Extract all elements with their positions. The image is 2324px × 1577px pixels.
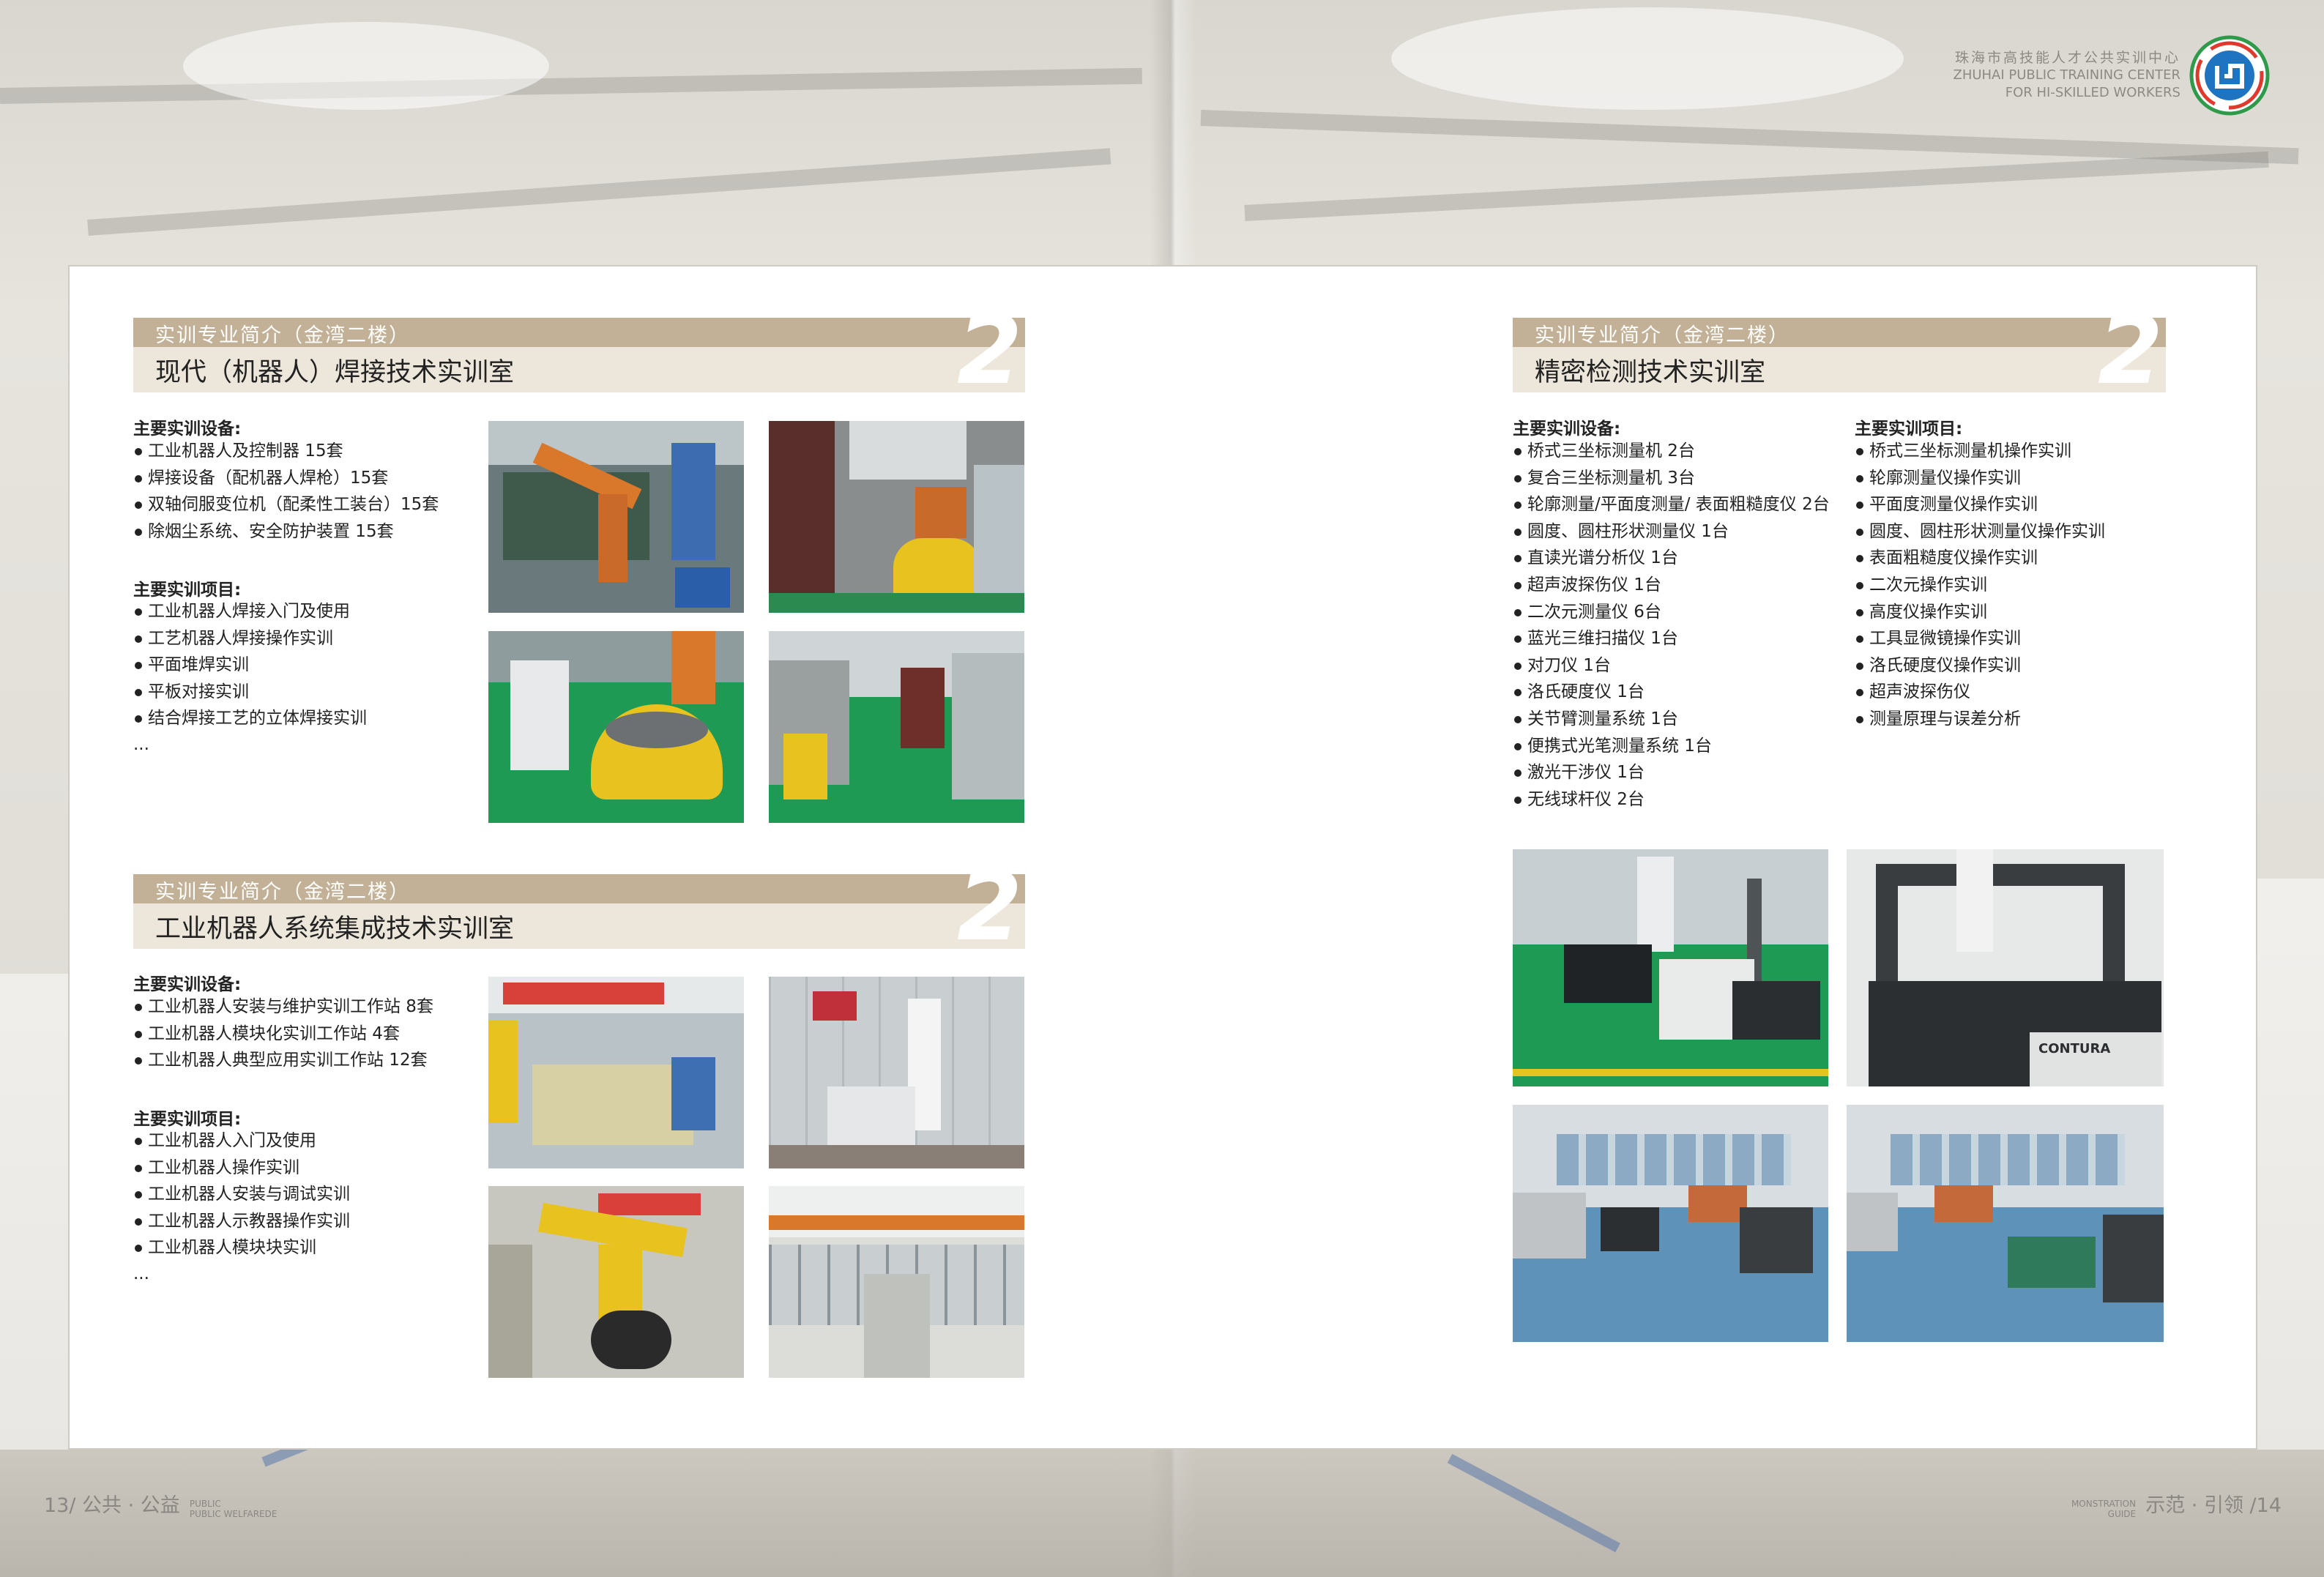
projects-heading: 主要实训项目: [1855, 420, 1963, 439]
equipment-list: 工业机器人安装与维护实训工作站 8套 工业机器人模块化实训工作站 4套 工业机器… [133, 993, 433, 1074]
equipment-heading: 主要实训设备: [133, 975, 242, 994]
section-banner: 实训专业简介（金湾二楼） 工业机器人系统集成技术实训室 2 [133, 861, 1025, 955]
list-item: 工业机器人入门及使用 [133, 1127, 350, 1155]
footer-right-caption-2: GUIDE [2107, 1508, 2137, 1519]
footer-left-caption: PUBLIC PUBLIC WELFAREDE [190, 1499, 278, 1519]
footer-right-caption-1: MONSTRATION [2071, 1498, 2137, 1509]
projects-list: 桥式三坐标测量机操作实训 轮廓测量仪操作实训 平面度测量仪操作实训 圆度、圆柱形… [1855, 438, 2105, 733]
list-item: 平板对接实训 [133, 679, 367, 706]
list-item: 工业机器人焊接入门及使用 [133, 598, 367, 625]
section-title: 工业机器人系统集成技术实训室 [155, 914, 515, 944]
photo-inspection-room-2 [1847, 1105, 2164, 1342]
list-item: 工业机器人及控制器 15套 [133, 438, 439, 465]
section-banner: 实训专业简介（金湾二楼） 现代（机器人）焊接技术实训室 2 [133, 305, 1025, 398]
list-item: 无线球杆仪 2台 [1513, 786, 1830, 813]
photo-inspection-room [1513, 1105, 1828, 1342]
list-item: 轮廓测量/平面度测量/ 表面粗糙度仪 2台 [1513, 491, 1830, 518]
footer-right-caption: MONSTRATION GUIDE [2071, 1499, 2136, 1519]
list-item: 工业机器人示教器操作实训 [133, 1208, 350, 1235]
list-item: 蓝光三维扫描仪 1台 [1513, 625, 1830, 652]
projects-list: 工业机器人焊接入门及使用 工艺机器人焊接操作实训 平面堆焊实训 平板对接实训 结… [133, 598, 367, 732]
footer-left: 13/ 公共 · 公益 PUBLIC PUBLIC WELFAREDE [44, 1489, 277, 1519]
more-ellipsis: ... [133, 1264, 149, 1283]
footer-left-caption-2: PUBLIC WELFAREDE [189, 1508, 278, 1519]
list-item: 圆度、圆柱形状测量仪 1台 [1513, 518, 1830, 545]
photo-cmm-contura: CONTURA [1847, 849, 2164, 1086]
org-header: 珠海市高技能人才公共实训中心 ZHUHAI PUBLIC TRAINING CE… [1953, 47, 2180, 102]
photo-welding-cell [769, 421, 1024, 613]
list-item: 超声波探伤仪 [1855, 679, 2105, 706]
list-item: 直读光谱分析仪 1台 [1513, 545, 1830, 572]
list-item: 除烟尘系统、安全防护装置 15套 [133, 518, 439, 545]
photo-integration-robot [769, 977, 1024, 1168]
org-name-cn: 珠海市高技能人才公共实训中心 [1954, 50, 2180, 66]
list-item: 工业机器人模块块实训 [133, 1234, 350, 1261]
list-item: 高度仪操作实训 [1855, 599, 2105, 626]
list-item: 表面粗糙度仪操作实训 [1855, 545, 2105, 572]
list-item: 二次元操作实训 [1855, 572, 2105, 599]
page-number-right: 示范 · 引领 /14 [2145, 1494, 2282, 1517]
org-name-en-2: FOR HI-SKILLED WORKERS [2005, 85, 2180, 100]
photo-cmm-station [1513, 849, 1828, 1086]
section-banner: 实训专业简介（金湾二楼） 精密检测技术实训室 2 [1513, 305, 2166, 398]
equipment-list: 工业机器人及控制器 15套 焊接设备（配机器人焊枪）15套 双轴伺服变位机（配柔… [133, 438, 439, 545]
section-title: 精密检测技术实训室 [1535, 358, 1766, 387]
section-subtitle: 实训专业简介（金湾二楼） [1535, 324, 1789, 347]
list-item: 测量原理与误差分析 [1855, 706, 2105, 733]
photo-integration-lab [488, 977, 744, 1168]
list-item: 二次元测量仪 6台 [1513, 599, 1830, 626]
equipment-heading: 主要实训设备: [133, 420, 242, 439]
org-name-en-1: ZHUHAI PUBLIC TRAINING CENTER [1953, 67, 2180, 83]
footer-left-caption-1: PUBLIC [189, 1498, 221, 1509]
page-number-left: 13/ 公共 · 公益 [44, 1494, 180, 1517]
photo-integration-hall [769, 1186, 1024, 1378]
list-item: 洛氏硬度仪 1台 [1513, 679, 1830, 706]
list-item: 便携式光笔测量系统 1台 [1513, 733, 1830, 760]
list-item: 平面度测量仪操作实训 [1855, 491, 2105, 518]
list-item: 工业机器人典型应用实训工作站 12套 [133, 1047, 433, 1074]
photo-welding-corridor [769, 631, 1024, 823]
section-number: 2 [956, 853, 1022, 962]
list-item: 超声波探伤仪 1台 [1513, 572, 1830, 599]
section-subtitle: 实训专业简介（金湾二楼） [155, 881, 410, 903]
photo-integration-yellow-robot [488, 1186, 744, 1378]
list-item: 工业机器人安装与调试实训 [133, 1181, 350, 1208]
list-item: 桥式三坐标测量机 2台 [1513, 438, 1830, 465]
section-subtitle: 实训专业简介（金湾二楼） [155, 324, 410, 347]
list-item: 对刀仪 1台 [1513, 652, 1830, 679]
section-number: 2 [956, 297, 1022, 406]
photo-welding-positioner [488, 631, 744, 823]
more-ellipsis: ... [133, 735, 149, 754]
list-item: 洛氏硬度仪操作实训 [1855, 652, 2105, 679]
equipment-list: 桥式三坐标测量机 2台 复合三坐标测量机 3台 轮廓测量/平面度测量/ 表面粗糙… [1513, 438, 1830, 813]
list-item: 圆度、圆柱形状测量仪操作实训 [1855, 518, 2105, 545]
list-item: 工业机器人模块化实训工作站 4套 [133, 1021, 433, 1048]
list-item: 轮廓测量仪操作实训 [1855, 465, 2105, 492]
list-item: 工业机器人安装与维护实训工作站 8套 [133, 993, 433, 1021]
list-item: 平面堆焊实训 [133, 652, 367, 679]
list-item: 焊接设备（配机器人焊枪）15套 [133, 465, 439, 492]
projects-heading: 主要实训项目: [133, 1110, 242, 1129]
list-item: 桥式三坐标测量机操作实训 [1855, 438, 2105, 465]
org-logo-icon [2189, 35, 2270, 116]
equipment-heading: 主要实训设备: [1513, 420, 1621, 439]
list-item: 结合焊接工艺的立体焊接实训 [133, 705, 367, 732]
footer-right: MONSTRATION GUIDE 示范 · 引领 /14 [2071, 1489, 2282, 1519]
list-item: 关节臂测量系统 1台 [1513, 706, 1830, 733]
list-item: 复合三坐标测量机 3台 [1513, 465, 1830, 492]
section-number: 2 [2097, 297, 2163, 406]
list-item: 工业机器人操作实训 [133, 1155, 350, 1182]
list-item: 激光干涉仪 1台 [1513, 759, 1830, 786]
list-item: 工具显微镜操作实训 [1855, 625, 2105, 652]
list-item: 双轴伺服变位机（配柔性工装台）15套 [133, 491, 439, 518]
contura-label: CONTURA [2038, 1041, 2111, 1056]
list-item: 工艺机器人焊接操作实训 [133, 625, 367, 652]
projects-list: 工业机器人入门及使用 工业机器人操作实训 工业机器人安装与调试实训 工业机器人示… [133, 1127, 350, 1261]
projects-heading: 主要实训项目: [133, 581, 242, 600]
photo-welding-robot [488, 421, 744, 613]
section-title: 现代（机器人）焊接技术实训室 [155, 358, 515, 387]
